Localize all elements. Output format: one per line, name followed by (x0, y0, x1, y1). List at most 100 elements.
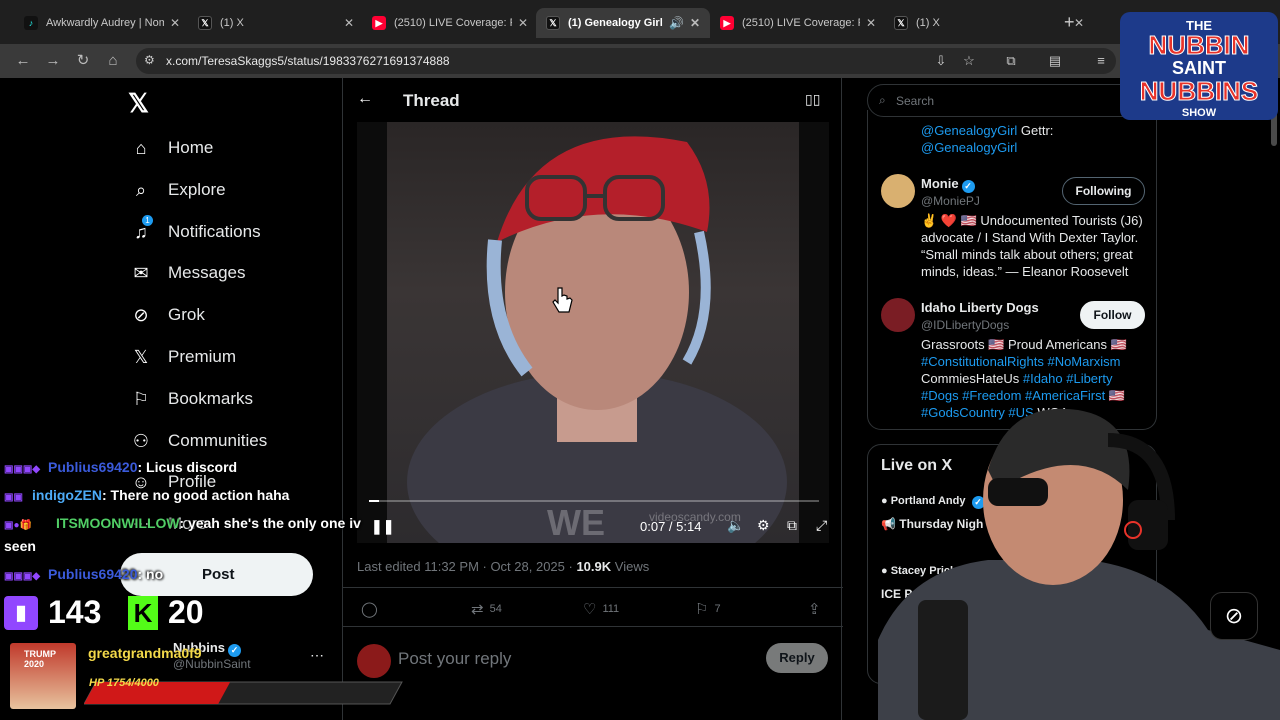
browser-toolbar: ← → ↻ ⌂ ⚙ x.com/TeresaSkaggs5/status/198… (0, 44, 1280, 78)
back-icon[interactable]: ← (12, 50, 34, 72)
speaker-icon[interactable]: 🔊 (669, 16, 684, 30)
forward-icon[interactable]: → (42, 50, 64, 72)
close-icon[interactable]: ✕ (170, 16, 180, 30)
video-player[interactable]: WE videoscandy.com ❚❚ 0:07 / 5:14 🔈 ⚙ ⧉ … (357, 122, 829, 543)
new-tab-icon[interactable]: + (1064, 12, 1075, 33)
tab-title: Awkwardly Audrey | Nomad... (46, 17, 164, 29)
nav-messages[interactable]: ✉ Messages (130, 257, 245, 289)
bookmark-icon: ⚐ (132, 389, 150, 409)
nav-label: Communities (168, 431, 268, 450)
youtube-icon: ▶ (372, 16, 386, 30)
retweet-action[interactable]: ⇄ 54 (471, 600, 502, 618)
svg-text:SHOW: SHOW (1182, 107, 1217, 119)
share-icon: ⇪ (808, 601, 821, 618)
account-more-icon[interactable]: ⋯ (310, 647, 324, 664)
fullscreen-icon[interactable]: ⤢ (816, 517, 827, 534)
twitch-viewer-count: 143 (48, 594, 102, 630)
close-icon[interactable]: ✕ (1074, 16, 1084, 30)
reply-action[interactable]: ◯ (361, 600, 384, 618)
reply-button[interactable]: Reply (766, 643, 828, 673)
chat-badges-icon: ▣▣▣◆ (4, 464, 41, 475)
tab-6[interactable]: 𝕏 (1) X ✕ (884, 8, 1094, 38)
hashtag-link[interactable]: #ConstitutionalRights #NoMarxism (921, 354, 1120, 369)
extensions-icon[interactable]: ⧉ (1002, 52, 1020, 70)
user-handle[interactable]: @IDLibertyDogs (921, 318, 1009, 332)
reading-list-icon[interactable]: ≡ (1092, 52, 1110, 70)
star-icon[interactable]: ☆ (960, 52, 978, 70)
search-placeholder: Search (896, 94, 935, 108)
chat-user: ITSMOONWILLOW (56, 515, 180, 531)
nav-bookmarks[interactable]: ⚐ Bookmarks (130, 383, 253, 415)
mention-link[interactable]: @GenealogyGirl (921, 123, 1017, 138)
chat-user: Publius69420 (48, 459, 138, 475)
x-icon: 𝕏 (894, 16, 908, 30)
nav-notifications[interactable]: ♫ 1 Notifications (130, 215, 261, 248)
tab-2[interactable]: 𝕏 (1) X ✕ (188, 8, 364, 38)
bookmark-action[interactable]: ⚐ 7 (695, 600, 721, 618)
tiktok-icon: ♪ (24, 16, 38, 30)
chat-text: : Licus discord (137, 459, 238, 475)
share-action[interactable]: ⇪ (808, 600, 827, 618)
chat-message: ▣●🎁 ITSMOONWILLOW: yeah she's the only on… (4, 515, 361, 531)
settings-icon[interactable]: ⚙ (757, 517, 770, 534)
tab-4-active[interactable]: 𝕏 (1) Genealogy Girl o... 🔊 ✕ (536, 8, 710, 38)
chat-message: ▣▣▣◆ Publius69420: Licus discord (4, 459, 237, 475)
avatar[interactable] (881, 174, 915, 208)
nav-label: Explore (168, 180, 226, 199)
reader-mode-icon[interactable]: ▯▯ (805, 91, 820, 108)
nav-premium[interactable]: 𝕏 Premium (130, 341, 236, 373)
home-icon: ⌂ (135, 138, 147, 158)
home-icon[interactable]: ⌂ (102, 50, 124, 72)
x-premium-icon: 𝕏 (133, 347, 149, 367)
youtube-icon: ▶ (720, 16, 734, 30)
nav-grok[interactable]: ⊘ Grok (130, 299, 204, 331)
bell-icon: ♫ 1 (130, 215, 153, 243)
site-info-icon[interactable]: ⚙ (144, 53, 155, 67)
post-actions: ◯ ⇄ 54 ♡ 111 ⚐ 7 ⇪ (343, 587, 843, 627)
user-name[interactable]: Idaho Liberty Dogs (921, 300, 1039, 315)
nav-label: Messages (168, 263, 246, 282)
reload-icon[interactable]: ↻ (72, 50, 94, 72)
close-icon[interactable]: ✕ (344, 16, 354, 30)
user-handle[interactable]: @MoniePJ (921, 194, 980, 208)
bio-line: Grassroots 🇺🇸 Proud Americans 🇺🇸 (921, 337, 1127, 352)
install-icon[interactable]: ⇩ (932, 52, 950, 70)
avatar[interactable] (881, 298, 915, 332)
tab-title: (1) X (220, 17, 244, 29)
who-to-follow-card: @GenealogyGirl Gettr: @GenealogyGirl Moni… (867, 110, 1157, 430)
grok-floating-icon[interactable]: ⊘ (1210, 592, 1258, 640)
mouse-cursor-icon (552, 287, 573, 313)
pause-icon[interactable]: ❚❚ (371, 518, 394, 535)
edited-time: Last edited 11:32 PM · Oct 28, 2025 · (357, 559, 577, 574)
nav-explore[interactable]: ⌕ Explore (130, 174, 226, 206)
alert-username: greatgrandma0f9 (88, 645, 202, 661)
hashtag-link[interactable]: #Idaho #Liberty (1023, 371, 1113, 386)
chat-message: ▣▣▣◆ Publius69420: no (4, 566, 163, 582)
nav-communities[interactable]: ⚇ Communities (130, 425, 267, 457)
reply-input[interactable]: Post your reply (398, 649, 511, 669)
browser-tab-strip: ♪ Awkwardly Audrey | Nomad... ✕ 𝕏 (1) X ✕ ▶ (… (0, 0, 1280, 44)
tab-3[interactable]: ▶ (2510) LIVE Coverage: Pro... ✕ (362, 8, 538, 38)
following-button[interactable]: Following (1062, 177, 1145, 205)
close-icon[interactable]: ✕ (690, 16, 700, 30)
tab-1[interactable]: ♪ Awkwardly Audrey | Nomad... ✕ (14, 8, 190, 38)
views-label: Views (611, 559, 650, 574)
video-progress-bar[interactable] (369, 500, 819, 502)
close-icon[interactable]: ✕ (866, 16, 876, 30)
mention-link[interactable]: @GenealogyGirl (921, 140, 1017, 155)
close-icon[interactable]: ✕ (518, 16, 528, 30)
pip-icon[interactable]: ⧉ (787, 517, 797, 534)
chat-wrap: seen (4, 538, 36, 554)
nav-label: Premium (168, 347, 237, 366)
back-arrow-icon[interactable]: ← (357, 90, 373, 108)
nav-home[interactable]: ⌂ Home (130, 132, 214, 164)
tab-5[interactable]: ▶ (2510) LIVE Coverage: Pro... ✕ (710, 8, 886, 38)
follow-button[interactable]: Follow (1080, 301, 1145, 329)
media-icon[interactable]: ▤ (1046, 52, 1064, 70)
x-logo-icon[interactable]: 𝕏 (128, 88, 149, 119)
like-action[interactable]: ♡ 111 (583, 600, 619, 618)
user-name[interactable]: Monie ✓ (921, 176, 975, 193)
volume-icon[interactable]: 🔈 (727, 517, 744, 534)
video-frame[interactable] (387, 122, 799, 543)
kick-viewer-count: 20 (168, 594, 204, 630)
